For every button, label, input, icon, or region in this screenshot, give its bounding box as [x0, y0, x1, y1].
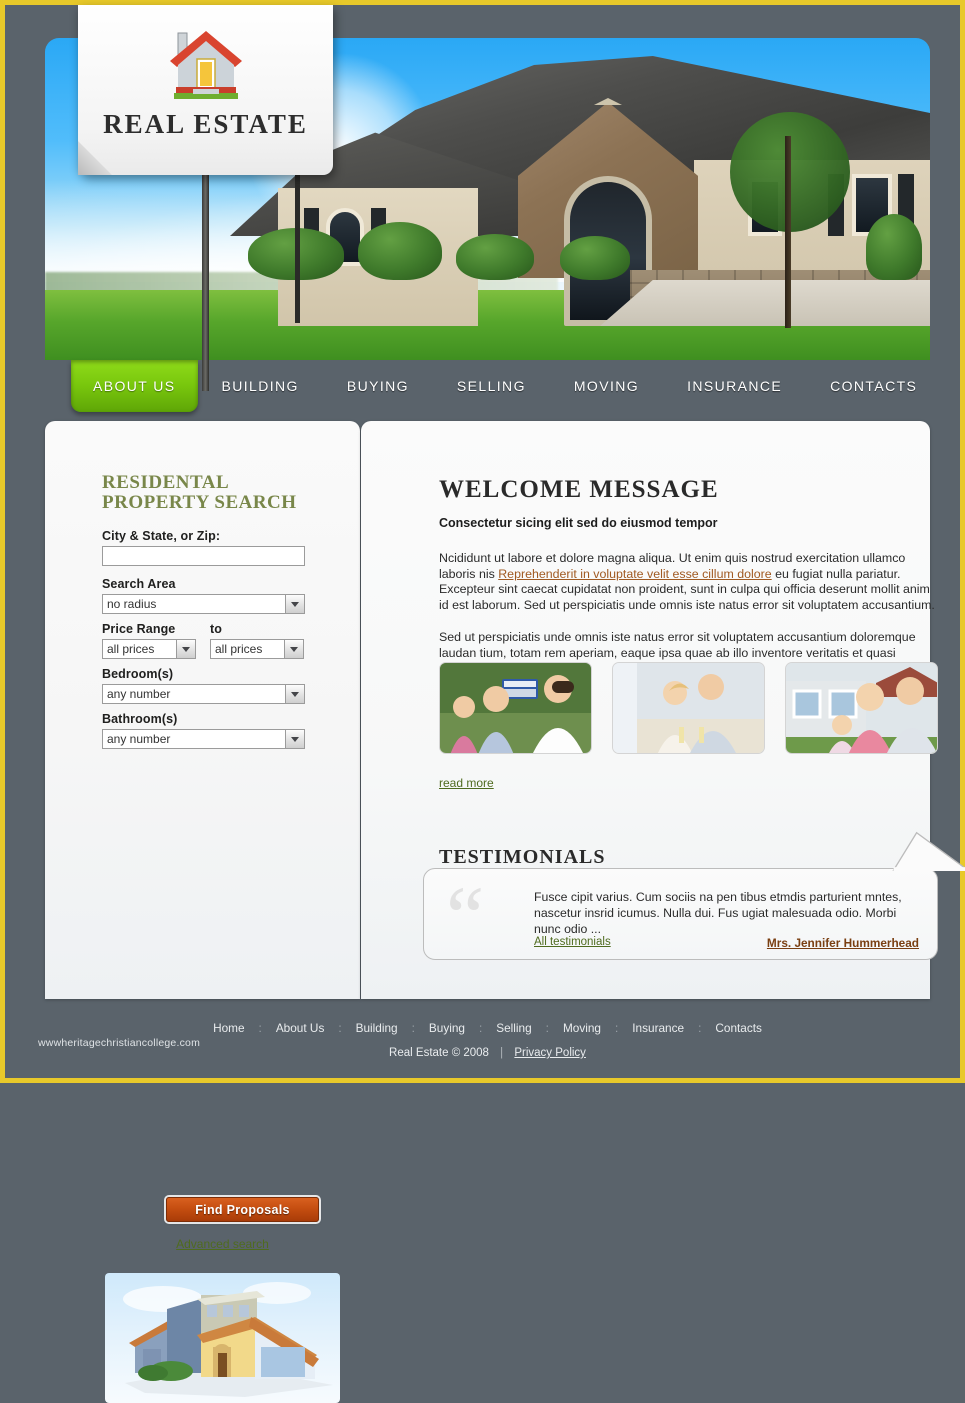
footer-link-building[interactable]: Building	[342, 1021, 412, 1035]
nav-label: MOVING	[573, 378, 640, 394]
price-label-row: Price Range to	[102, 622, 305, 639]
nav-item-contacts[interactable]: CONTACTS	[806, 360, 941, 412]
all-testimonials-label: All testimonials	[534, 936, 611, 948]
nav-label: ABOUT US	[93, 378, 176, 394]
search-area-select[interactable]: no radius	[102, 594, 305, 614]
read-more-label: read more	[439, 776, 494, 790]
footer-link-selling[interactable]: Selling	[482, 1021, 545, 1035]
nav-item-selling[interactable]: SELLING	[433, 360, 550, 412]
nav-list: ABOUT US BUILDING BUYING SELLING MOVING …	[45, 360, 930, 412]
footer-copyright-row: Real Estate © 2008 | Privacy Policy	[5, 1047, 965, 1059]
couple-toasting-with-wine-photo[interactable]	[612, 662, 765, 754]
footer-nav: Home : About Us : Building : Buying : Se…	[5, 1021, 965, 1035]
logo-card[interactable]: REAL ESTATE	[78, 5, 333, 175]
sign-post-left	[295, 158, 300, 323]
all-testimonials-link[interactable]: All testimonials	[534, 936, 611, 948]
price-to-label: to	[210, 622, 222, 636]
bush-3	[456, 234, 534, 280]
nav-item-about-us[interactable]: ABOUT US	[71, 360, 198, 412]
house-icon	[163, 27, 249, 111]
bedrooms-label: Bedroom(s)	[102, 667, 174, 681]
bush-2	[358, 222, 442, 280]
testimonial-author-link[interactable]: Mrs. Jennifer Hummerhead	[767, 936, 919, 950]
city-state-zip-input[interactable]	[102, 546, 305, 566]
search-sidebar: RESIDENTAL PROPERTY SEARCH City & State,…	[45, 421, 360, 1403]
privacy-policy-link[interactable]: Privacy Policy	[514, 1047, 586, 1059]
family-in-front-of-house-photo[interactable]	[785, 662, 938, 754]
nav-label: BUILDING	[221, 378, 299, 394]
tree-trunk	[785, 136, 791, 328]
find-proposals-button[interactable]: Find Proposals	[166, 1197, 319, 1222]
testimonial-quote: Fusce cipit varius. Cum sociis na pen ti…	[534, 890, 902, 936]
footer-bar: |	[500, 1047, 504, 1059]
page-root: REAL ESTATE ABOUT US BUILDING BUYING SEL…	[5, 5, 965, 1403]
house-illustration	[105, 1273, 340, 1403]
property-search-form: City & State, or Zip: Search Area no rad…	[102, 529, 305, 757]
voluptate-inline-link[interactable]: Reprehenderit in voluptate velit esse ci…	[498, 567, 771, 581]
logo-sign-post	[202, 171, 209, 391]
search-area-value: no radius	[102, 594, 305, 614]
chevron-down-icon	[285, 685, 304, 703]
nav-item-building[interactable]: BUILDING	[198, 360, 323, 412]
footer-link-insurance[interactable]: Insurance	[618, 1021, 698, 1035]
driveway-walk	[600, 280, 930, 326]
page-footer: wwwheritagechristiancollege.com Home : A…	[5, 1005, 965, 1088]
photo-thumbnail-row	[439, 662, 939, 754]
chevron-down-icon	[284, 640, 303, 658]
footer-link-moving[interactable]: Moving	[549, 1021, 615, 1035]
bathrooms-select[interactable]: any number	[102, 729, 305, 749]
footer-link-home[interactable]: Home	[199, 1021, 258, 1035]
agent-handing-keys-to-couple-photo[interactable]	[439, 662, 592, 754]
content-columns: RESIDENTAL PROPERTY SEARCH City & State,…	[45, 421, 965, 1403]
nav-item-insurance[interactable]: INSURANCE	[663, 360, 806, 412]
footer-link-about-us[interactable]: About Us	[262, 1021, 339, 1035]
page-title: WELCOME MESSAGE	[439, 475, 719, 503]
chevron-down-icon	[176, 640, 195, 658]
main-content: WELCOME MESSAGE Consectetur sicing elit …	[361, 421, 965, 999]
primary-nav: ABOUT US BUILDING BUYING SELLING MOVING …	[45, 360, 930, 412]
welcome-paragraph-1: Ncididunt ut labore et dolore magna aliq…	[439, 551, 937, 613]
price-range-label: Price Range	[102, 622, 176, 636]
nav-label: SELLING	[456, 378, 526, 394]
nav-item-buying[interactable]: BUYING	[323, 360, 433, 412]
welcome-subheading: Consectetur sicing elit sed do eiusmod t…	[439, 516, 718, 530]
bush-5	[866, 214, 922, 280]
nav-label: CONTACTS	[830, 378, 918, 394]
testimonials-heading: TESTIMONIALS	[439, 845, 606, 868]
city-label: City & State, or Zip:	[102, 529, 221, 543]
price-from-select[interactable]: all prices	[102, 639, 196, 659]
bathrooms-label: Bathroom(s)	[102, 712, 178, 726]
nav-item-moving[interactable]: MOVING	[550, 360, 663, 412]
nav-label: INSURANCE	[687, 378, 783, 394]
bedrooms-select[interactable]: any number	[102, 684, 305, 704]
read-more-link[interactable]: read more	[439, 776, 494, 790]
chevron-down-icon	[285, 595, 304, 613]
testimonial-author-label: Mrs. Jennifer Hummerhead	[766, 936, 919, 950]
nav-label: BUYING	[346, 378, 409, 394]
footer-link-contacts[interactable]: Contacts	[701, 1021, 776, 1035]
hero-house-photo	[230, 48, 930, 328]
bathrooms-value: any number	[102, 729, 305, 749]
logo-text: REAL ESTATE	[103, 109, 308, 139]
footer-link-buying[interactable]: Buying	[415, 1021, 479, 1035]
advanced-search-link[interactable]: Advanced search	[45, 1237, 400, 1251]
bush-4	[560, 236, 630, 280]
price-select-row: all prices all prices	[102, 639, 305, 667]
chevron-down-icon	[285, 730, 304, 748]
sidebar-title: RESIDENTAL PROPERTY SEARCH	[102, 472, 297, 513]
search-area-label: Search Area	[102, 577, 176, 591]
testimonial-bubble: “ Fusce cipit varius. Cum sociis na pen …	[423, 831, 965, 964]
bubble-tail	[892, 831, 965, 871]
advanced-search-label: Advanced search	[176, 1237, 269, 1251]
page-frame: REAL ESTATE ABOUT US BUILDING BUYING SEL…	[0, 0, 965, 1403]
copyright-text: Real Estate © 2008	[389, 1047, 489, 1059]
quote-mark-icon: “	[446, 868, 485, 964]
price-to-select[interactable]: all prices	[210, 639, 304, 659]
bedrooms-value: any number	[102, 684, 305, 704]
